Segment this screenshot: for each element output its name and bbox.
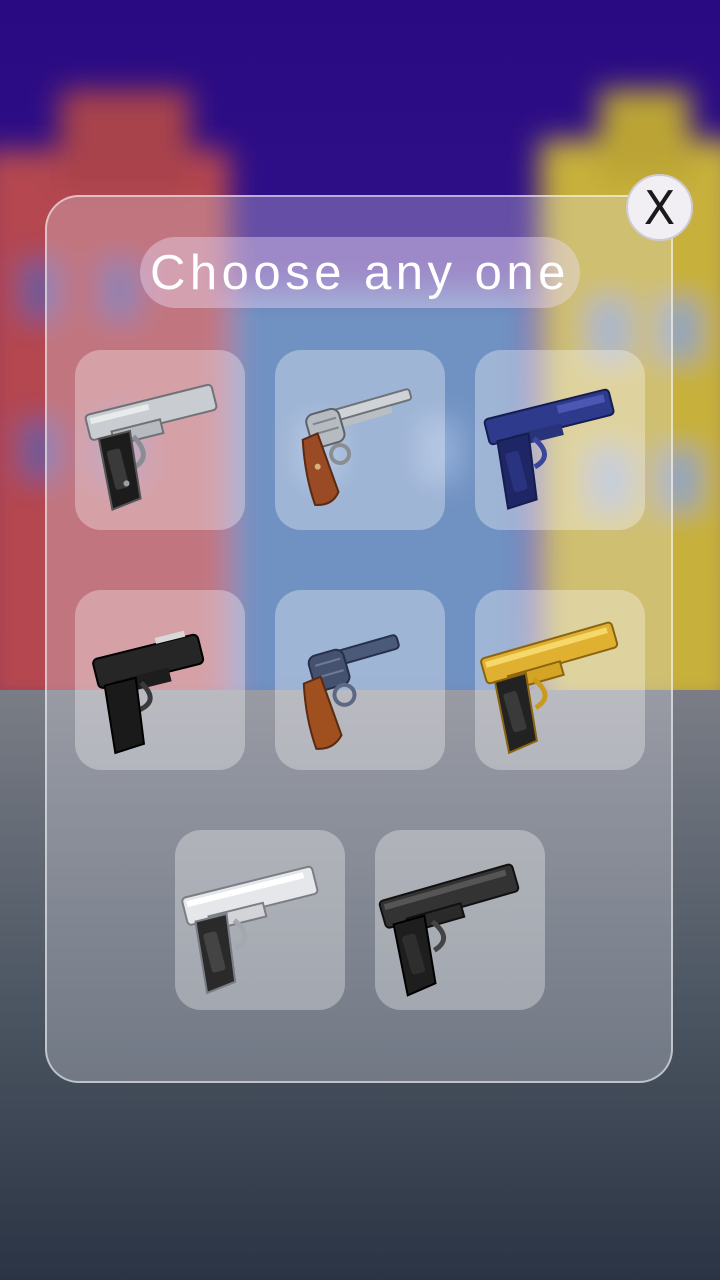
dialog-title: Choose any one [150, 245, 570, 300]
silver-pistol-icon [84, 383, 218, 511]
revolver-icon [301, 388, 413, 506]
weapon-tile-silver-pistol[interactable] [75, 350, 245, 530]
weapon-tile-chrome-pistol[interactable] [175, 830, 345, 1010]
close-button[interactable]: X [626, 174, 693, 241]
close-icon: X [643, 180, 676, 235]
chrome-pistol-icon [181, 865, 319, 995]
weapon-tile-black-compact-pistol[interactable] [75, 590, 245, 770]
black-pistol-icon [378, 863, 520, 997]
weapon-tile-black-pistol[interactable] [375, 830, 545, 1010]
weapon-tile-gold-pistol[interactable] [475, 590, 645, 770]
compact-pistol-icon [92, 630, 205, 755]
gold-pistol-icon [480, 621, 619, 755]
snub-revolver-icon [302, 634, 400, 750]
weapon-tile-silver-revolver[interactable] [275, 350, 445, 530]
blue-pistol-icon [483, 388, 615, 510]
weapon-tile-blue-pistol[interactable] [475, 350, 645, 530]
weapon-tile-blue-revolver[interactable] [275, 590, 445, 770]
title-pill: Choose any one [140, 237, 580, 308]
